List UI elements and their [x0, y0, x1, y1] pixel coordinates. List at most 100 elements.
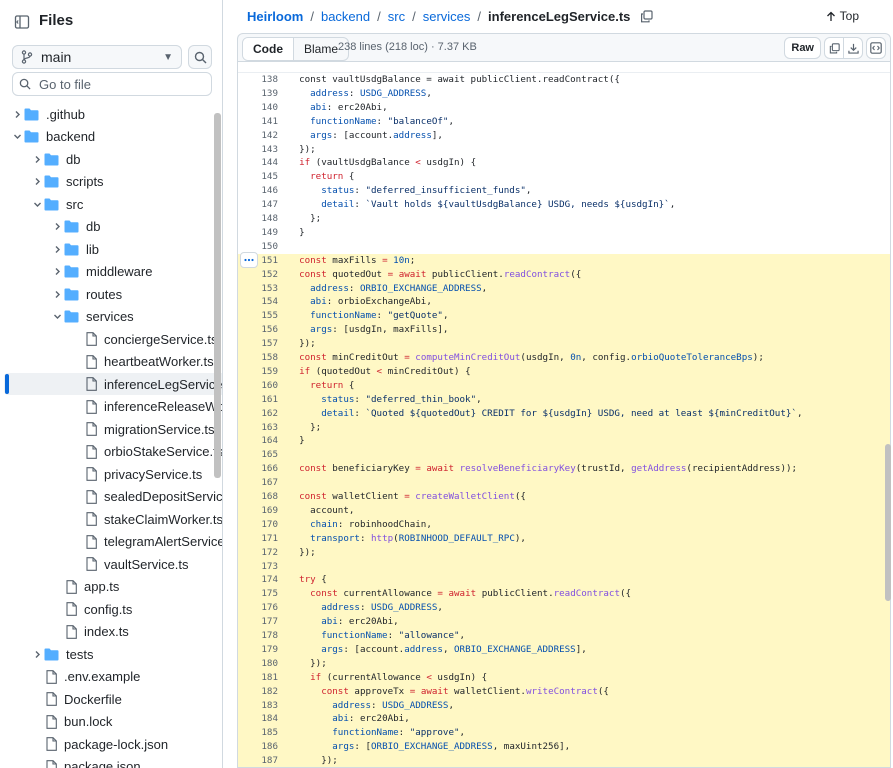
code-line[interactable]: 158 const minCreditOut = computeMinCredi…: [238, 351, 890, 365]
code-line[interactable]: 143 });: [238, 143, 890, 157]
tree-folder[interactable]: .github: [4, 103, 208, 125]
line-number[interactable]: 139: [258, 87, 278, 101]
code-line[interactable]: 174 try {: [238, 573, 890, 588]
collapse-sidebar-button[interactable]: [10, 10, 34, 34]
tree-file[interactable]: index.ts: [4, 621, 222, 643]
line-number[interactable]: 164: [258, 434, 278, 448]
code-line[interactable]: 170 chain: robinhoodChain,: [238, 517, 890, 532]
line-number[interactable]: 143: [258, 143, 278, 157]
code-line[interactable]: 157 });: [238, 337, 890, 352]
code-line[interactable]: 160 return {: [238, 378, 890, 393]
code-viewer[interactable]: 125 export async function executeCreditG…: [237, 61, 891, 768]
tree-file[interactable]: app.ts: [4, 576, 222, 598]
code-line[interactable]: 149 }: [238, 226, 890, 240]
code-line[interactable]: 156 args: [usdgIn, maxFills],: [238, 323, 890, 338]
tree-file[interactable]: orbioStakeService.ts: [4, 441, 222, 463]
code-line[interactable]: 163 };: [238, 420, 890, 435]
code-line[interactable]: 145 return {: [238, 170, 890, 184]
tree-folder[interactable]: middleware: [4, 261, 222, 283]
code-line[interactable]: 139 address: USDG_ADDRESS,: [238, 87, 890, 101]
code-line[interactable]: 176 address: USDG_ADDRESS,: [238, 601, 890, 616]
line-number[interactable]: 169: [258, 504, 278, 518]
code-line[interactable]: 150: [238, 240, 890, 254]
code-line[interactable]: 182 const approveTx = await walletClient…: [238, 684, 890, 699]
tree-file[interactable]: sealedDepositService.ts: [4, 486, 222, 508]
line-number[interactable]: 181: [258, 671, 278, 685]
tree-folder[interactable]: db: [4, 216, 222, 238]
code-line[interactable]: 164 }: [238, 434, 890, 449]
line-number[interactable]: 138: [258, 73, 278, 87]
code-line[interactable]: 169 account,: [238, 503, 890, 518]
line-number[interactable]: 182: [258, 685, 278, 699]
code-line[interactable]: 141 functionName: "balanceOf",: [238, 115, 890, 129]
chevron-down-icon[interactable]: [50, 312, 64, 321]
code-line[interactable]: 146 status: "deferred_insufficient_funds…: [238, 184, 890, 198]
page-scrollbar[interactable]: [885, 444, 891, 601]
go-to-file-input[interactable]: [37, 75, 201, 93]
tree-file[interactable]: vaultService.ts: [4, 553, 222, 575]
code-line[interactable]: 178 functionName: "allowance",: [238, 629, 890, 643]
tree-file[interactable]: conciergeService.ts: [4, 328, 222, 350]
line-number[interactable]: 160: [258, 379, 278, 393]
code-line[interactable]: 153 address: ORBIO_EXCHANGE_ADDRESS,: [238, 281, 890, 296]
raw-button[interactable]: Raw: [784, 37, 821, 59]
code-line[interactable]: 171 transport: http(ROBINHOOD_DEFAULT_RP…: [238, 531, 890, 546]
line-number[interactable]: 145: [258, 170, 278, 184]
line-number[interactable]: 156: [258, 323, 278, 337]
line-number[interactable]: 146: [258, 184, 278, 198]
line-options-button[interactable]: [240, 252, 258, 268]
tree-file[interactable]: inferenceLegService.ts: [4, 373, 222, 395]
code-line[interactable]: 168 const walletClient = createWalletCli…: [238, 490, 890, 504]
code-line[interactable]: 173: [238, 559, 890, 574]
go-to-file-field[interactable]: [12, 72, 212, 96]
tree-file[interactable]: package-lock.json: [4, 733, 222, 755]
line-number[interactable]: 147: [258, 198, 278, 212]
tree-file[interactable]: stakeClaimWorker.ts: [4, 508, 222, 530]
line-number[interactable]: 183: [258, 699, 278, 713]
back-to-top-button[interactable]: Top: [826, 9, 859, 23]
line-number[interactable]: 140: [258, 101, 278, 115]
code-line[interactable]: 167: [238, 476, 890, 491]
tree-file[interactable]: package.json: [4, 756, 222, 768]
line-number[interactable]: 165: [258, 448, 278, 462]
chevron-right-icon[interactable]: [50, 245, 64, 254]
code-line[interactable]: 186 args: [ORBIO_EXCHANGE_ADDRESS, maxUi…: [238, 740, 890, 755]
tab-code[interactable]: Code: [243, 38, 294, 60]
code-line[interactable]: 184 abi: erc20Abi,: [238, 712, 890, 727]
line-number[interactable]: 177: [258, 615, 278, 629]
line-number[interactable]: 155: [258, 309, 278, 323]
breadcrumb-link-src[interactable]: src: [388, 9, 405, 24]
line-number[interactable]: 176: [258, 601, 278, 615]
symbols-panel-button[interactable]: [866, 37, 886, 59]
code-line[interactable]: 147 detail: `Vault holds ${vaultUsdgBala…: [238, 198, 890, 212]
code-line[interactable]: 140 abi: erc20Abi,: [238, 101, 890, 115]
line-number[interactable]: 152: [258, 268, 278, 282]
line-number[interactable]: 186: [258, 740, 278, 754]
code-line[interactable]: 144 if (vaultUsdgBalance < usdgIn) {: [238, 156, 890, 170]
chevron-right-icon[interactable]: [50, 290, 64, 299]
line-number[interactable]: 161: [258, 393, 278, 407]
line-number[interactable]: 154: [258, 295, 278, 309]
branch-selector[interactable]: main ▼: [12, 45, 182, 69]
breadcrumb-link-services[interactable]: services: [423, 9, 471, 24]
code-line[interactable]: 161 status: "deferred_thin_book",: [238, 392, 890, 407]
code-line[interactable]: 162 detail: `Quoted ${quotedOut} CREDIT …: [238, 406, 890, 421]
line-number[interactable]: 173: [258, 560, 278, 574]
search-button[interactable]: [188, 45, 212, 69]
line-number[interactable]: 180: [258, 657, 278, 671]
tree-folder[interactable]: db: [4, 148, 222, 170]
tree-file[interactable]: inferenceReleaseWorker.ts: [4, 396, 222, 418]
code-line[interactable]: 183 address: USDG_ADDRESS,: [238, 698, 890, 713]
code-line[interactable]: 187 });: [238, 754, 890, 767]
chevron-down-icon[interactable]: [30, 200, 44, 209]
tree-file[interactable]: telegramAlertService.ts: [4, 531, 222, 553]
line-number[interactable]: 149: [258, 226, 278, 240]
sticky-scope-line[interactable]: 125 export async function executeCreditG…: [238, 62, 890, 73]
copy-path-button[interactable]: [640, 10, 653, 23]
chevron-right-icon[interactable]: [50, 222, 64, 231]
line-number[interactable]: 185: [258, 726, 278, 740]
chevron-down-icon[interactable]: [10, 132, 24, 141]
line-number[interactable]: 163: [258, 421, 278, 435]
code-line[interactable]: 175 const currentAllowance = await publi…: [238, 587, 890, 602]
line-number[interactable]: 141: [258, 115, 278, 129]
